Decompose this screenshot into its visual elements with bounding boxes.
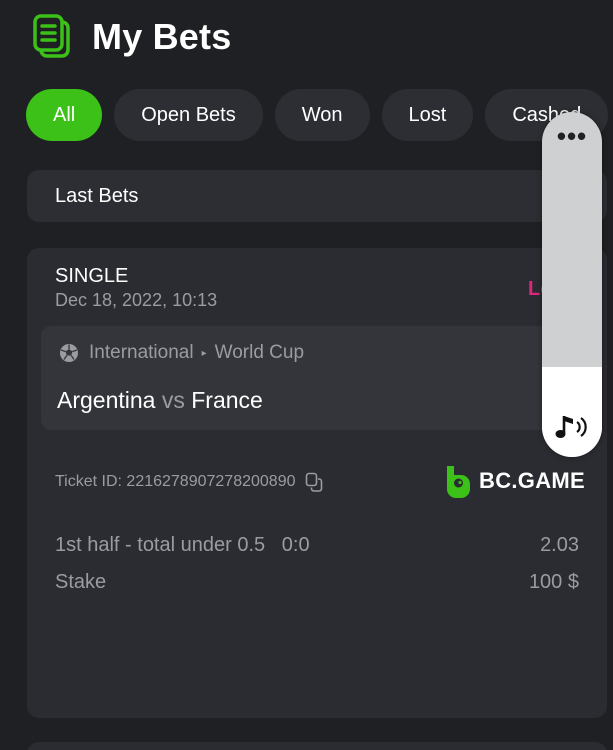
event-tournament: World Cup: [214, 342, 305, 363]
bet-card[interactable]: SINGLE Dec 18, 2022, 10:13 Lost Internat…: [27, 248, 607, 718]
bet-filter-tabs: All Open Bets Won Lost Cashed: [26, 89, 609, 141]
tab-won[interactable]: Won: [274, 89, 370, 141]
page-header: My Bets: [32, 12, 231, 62]
tab-open-bets[interactable]: Open Bets: [114, 89, 263, 141]
ticket-id: Ticket ID: 2216278907278200890: [55, 472, 323, 492]
volume-slider[interactable]: •••: [542, 112, 602, 457]
team-home: Argentina: [57, 387, 156, 413]
bc-game-logo-icon: [447, 466, 470, 498]
tab-lost[interactable]: Lost: [381, 89, 474, 141]
stake-row: Stake 100 $: [55, 571, 579, 594]
copy-icon[interactable]: [305, 472, 323, 492]
bet-type: SINGLE: [55, 265, 129, 287]
bets-list-icon: [33, 14, 70, 58]
bet-date: Dec 18, 2022, 10:13: [55, 290, 218, 310]
last-bets-dropdown[interactable]: Last Bets: [27, 170, 607, 222]
soccer-ball-icon: [60, 344, 78, 362]
odds-value: 2.03: [540, 534, 579, 556]
event-teams: Argentina vs France: [57, 387, 263, 414]
my-bets-screen: My Bets All Open Bets Won Lost Cashed La…: [0, 0, 613, 750]
stake-label: Stake: [55, 571, 107, 593]
breadcrumb-arrow-icon: ▸: [201, 347, 207, 359]
brand-logo: BC.GAME: [445, 464, 585, 498]
music-volume-icon[interactable]: [554, 411, 590, 443]
event-box[interactable]: International ▸ World Cup Argentina vs F…: [41, 326, 593, 430]
last-bets-label: Last Bets: [55, 184, 139, 207]
selection-label: 1st half - total under 0.5 0:0: [55, 534, 310, 556]
tab-all[interactable]: All: [26, 89, 103, 141]
next-bet-card[interactable]: [27, 742, 607, 750]
event-breadcrumb: International ▸ World Cup: [59, 342, 304, 364]
ticket-id-text: Ticket ID: 2216278907278200890: [55, 473, 296, 490]
more-options-icon[interactable]: •••: [542, 123, 602, 149]
page-title: My Bets: [92, 16, 232, 57]
selection-row: 1st half - total under 0.5 0:0 2.03: [55, 534, 579, 557]
brand-name: BC.GAME: [479, 468, 585, 493]
event-category: International: [89, 342, 194, 363]
team-away: France: [191, 387, 263, 413]
stake-value: 100 $: [528, 571, 579, 593]
vs-label: vs: [161, 387, 185, 413]
